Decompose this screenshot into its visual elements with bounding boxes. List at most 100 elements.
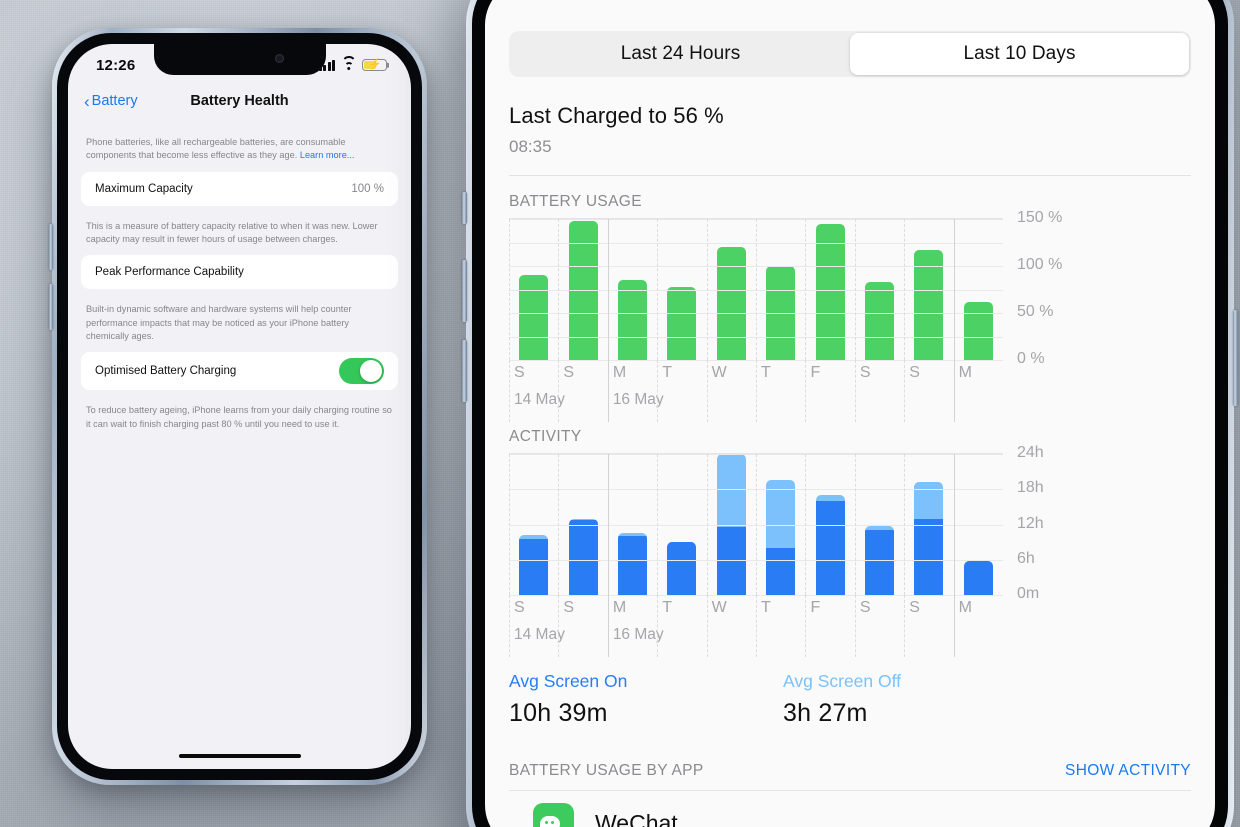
avg-screen-off: Avg Screen Off 3h 27m [783,671,1057,728]
right-phone-volume-up-button[interactable] [462,260,467,322]
day-separator [953,595,955,657]
day-separator [854,219,856,360]
avg-screen-off-value: 3h 27m [783,699,868,727]
bar [963,301,993,360]
divider [509,175,1191,176]
left-phone-volume-down-button[interactable] [49,284,53,330]
activity-chart: S 14 May S M 16 May T W T F S S M 0m 6h 12h 18h 24h [509,444,1191,657]
x-axis-cell: M 16 May [607,360,664,422]
x-axis-cell: S 14 May [509,595,565,657]
bar [667,286,697,360]
status-bar-time: 12:26 [96,56,136,74]
bar [963,560,993,595]
day-separator [854,360,856,422]
day-separator [756,360,758,422]
segment-last-24-hours[interactable]: Last 24 Hours [511,33,850,75]
bar-segment-screen-on [568,520,598,595]
row-peak-performance-label: Peak Performance Capability [95,266,244,279]
day-separator [805,595,807,657]
x-axis-cell: T [756,595,805,657]
day-separator [756,454,757,595]
left-phone-bezel: 12:26 ⚡ ‹ Battery Battery Health Phone b… [57,33,422,780]
show-activity-button[interactable]: SHOW ACTIVITY [1065,762,1191,780]
day-separator [657,595,659,657]
day-separator [558,219,560,360]
row-optimised-battery-charging[interactable]: Optimised Battery Charging [81,352,398,391]
day-separator [904,360,906,422]
x-axis-row: S 14 May S M 16 May T W T F S S M [509,595,1003,657]
x-axis-day-label: F [810,364,821,381]
left-phone-volume-up-button[interactable] [49,224,53,270]
x-axis-cell: S [558,360,607,422]
x-axis-day-label: F [810,599,821,616]
battery-usage-heading: BATTERY USAGE [509,193,642,210]
day-separator [953,219,955,360]
bar-segment-screen-on [519,539,549,595]
home-indicator[interactable] [178,754,301,758]
chevron-left-icon: ‹ [84,91,90,111]
activity-heading: ACTIVITY [509,428,582,445]
learn-more-link[interactable]: Learn more... [300,150,355,160]
app-name: WeChat [595,810,678,827]
x-axis-date-label: 16 May [612,626,664,643]
bar-segment-screen-on [815,501,845,595]
bar [519,275,549,360]
y-axis-tick-label: 18h [1017,479,1044,497]
back-button-label: Battery [91,93,138,109]
y-axis-tick-label: 24h [1017,444,1044,461]
day-separator [607,595,609,657]
segment-last-10-days[interactable]: Last 10 Days [850,33,1189,75]
x-axis-row: S 14 May S M 16 May T W T F S S M [509,360,1003,422]
y-axis-tick-label: 0 % [1017,350,1045,367]
right-phone-mute-switch[interactable] [462,192,467,224]
bar-segment-screen-off [914,481,944,519]
x-axis-cell: F [805,360,854,422]
day-separator [558,454,560,595]
row-maximum-capacity[interactable]: Maximum Capacity 100 % [81,171,398,206]
x-axis-cell: F [805,595,854,657]
status-bar: 12:26 ⚡ [68,44,411,80]
day-separator [657,360,659,422]
avg-screen-on-label: Avg Screen On [509,671,628,691]
back-button[interactable]: ‹ Battery [84,93,138,110]
battery-usage-y-axis: 0 % 50 % 100 % 150 % [1003,209,1089,367]
bar-segment-screen-on [766,548,796,595]
bar [568,518,598,595]
x-axis-cell: W [706,595,756,657]
right-phone-power-button[interactable] [1233,310,1238,406]
bar [815,223,845,360]
y-axis-tick-label: 100 % [1017,256,1063,273]
x-axis-day-label: W [711,599,727,616]
x-axis-day-label: T [761,364,771,381]
intro-footnote: Phone batteries, like all rechargeable b… [68,122,411,172]
bar [716,247,746,360]
x-axis-day-label: S [514,364,525,381]
time-range-segmented-control[interactable]: Last 24 Hours Last 10 Days [509,31,1191,77]
bar [618,532,648,595]
maximum-capacity-footnote: This is a measure of battery capacity re… [86,220,378,245]
optimised-battery-charging-toggle[interactable] [339,358,384,385]
row-peak-performance[interactable]: Peak Performance Capability [81,255,398,290]
right-phone-volume-down-button[interactable] [462,340,467,402]
x-axis-day-label: S [909,364,920,381]
x-axis-cell: T [657,595,706,657]
list-item[interactable]: WeChat [509,791,1191,827]
y-axis-tick-label: 50 % [1017,303,1054,320]
battery-usage-chart: S 14 May S M 16 May T W T F S S M 0 % 50 % 100 % 150 % [509,209,1191,422]
avg-screen-on-value: 10h 39m [509,699,608,727]
x-axis-day-label: T [662,364,672,381]
x-axis-cell: S 14 May [509,360,565,422]
day-separator [904,595,906,657]
wechat-icon [533,803,574,827]
navigation-bar: ‹ Battery Battery Health [68,80,411,122]
x-axis-cell: T [657,360,706,422]
averages-row: Avg Screen On 10h 39m Avg Screen Off 3h … [509,671,1191,728]
activity-x-axis: S 14 May S M 16 May T W T F S S M [509,595,1003,657]
battery-health-settings: Phone batteries, like all rechargeable b… [68,122,411,440]
day-separator [706,595,708,657]
x-axis-day-label: M [612,599,627,616]
right-phone-screen: Last 24 Hours Last 10 Days Last Charged … [485,0,1215,827]
y-axis-tick-label: 6h [1017,549,1035,567]
right-phone-device: Last 24 Hours Last 10 Days Last Charged … [462,0,1238,827]
day-separator [509,454,510,595]
